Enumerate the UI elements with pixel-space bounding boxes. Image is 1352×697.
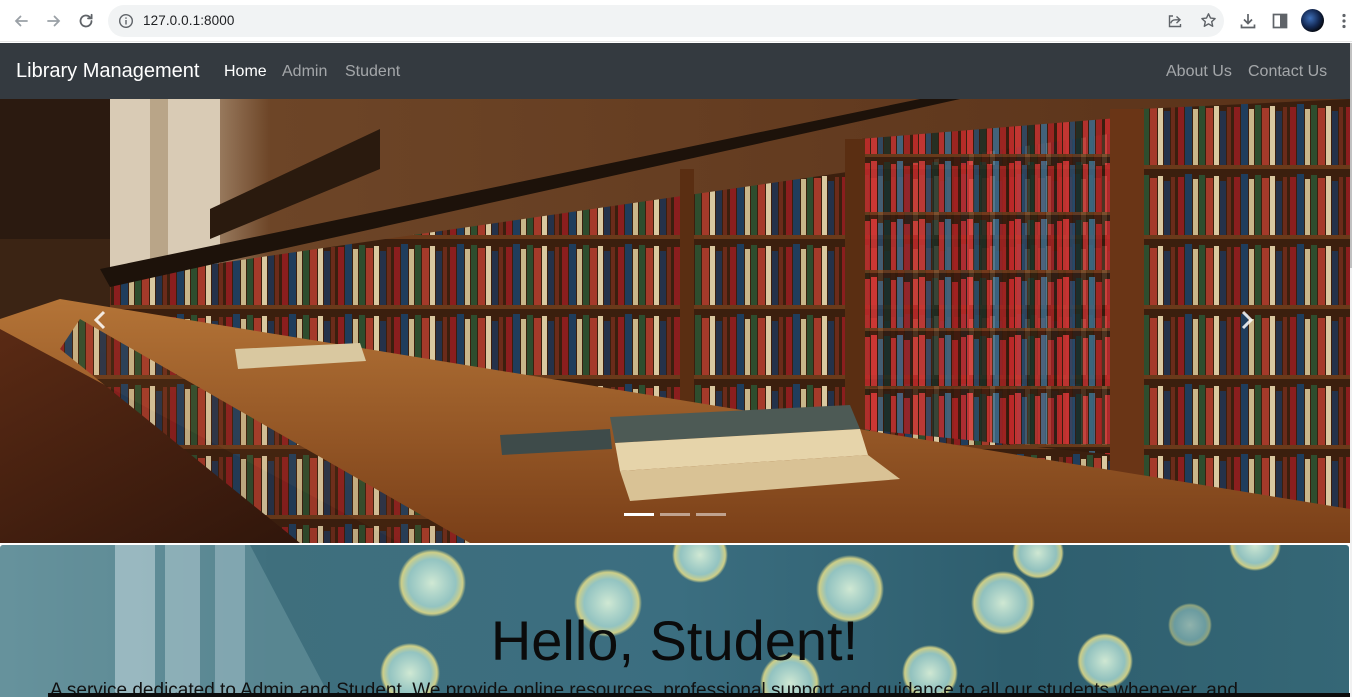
bookmark-star-icon[interactable] bbox=[1200, 12, 1217, 29]
nav-link-contact-us[interactable]: Contact Us bbox=[1248, 63, 1327, 81]
nav-link-about-us[interactable]: About Us bbox=[1166, 63, 1232, 81]
nav-link-student[interactable]: Student bbox=[345, 63, 400, 81]
image-carousel bbox=[0, 99, 1350, 543]
carousel-next-button[interactable] bbox=[1202, 277, 1292, 367]
profile-avatar[interactable] bbox=[1301, 9, 1324, 32]
welcome-jumbotron: Hello, Student! A service dedicated to A… bbox=[0, 545, 1349, 697]
nav-link-admin[interactable]: Admin bbox=[282, 63, 327, 81]
reload-icon[interactable] bbox=[74, 9, 98, 33]
menu-kebab-icon[interactable] bbox=[1334, 11, 1352, 31]
download-icon[interactable] bbox=[1238, 11, 1258, 31]
carousel-indicator[interactable] bbox=[696, 513, 726, 516]
nav-link-home[interactable]: Home bbox=[224, 63, 267, 81]
forward-icon[interactable] bbox=[42, 9, 66, 33]
share-icon[interactable] bbox=[1167, 13, 1183, 29]
back-icon[interactable] bbox=[9, 9, 33, 33]
url-text[interactable]: 127.0.0.1:8000 bbox=[143, 13, 234, 28]
side-panel-icon[interactable] bbox=[1270, 11, 1290, 31]
chevron-left-icon bbox=[92, 310, 108, 335]
navbar-brand[interactable]: Library Management bbox=[16, 60, 199, 83]
carousel-indicators bbox=[624, 513, 726, 516]
carousel-indicator[interactable] bbox=[624, 513, 654, 516]
address-bar[interactable]: 127.0.0.1:8000 bbox=[108, 5, 1224, 37]
chevron-right-icon bbox=[1239, 310, 1255, 335]
site-navbar: Library Management Home Admin Student Ab… bbox=[0, 43, 1350, 99]
welcome-heading: Hello, Student! bbox=[490, 609, 859, 672]
carousel-indicator[interactable] bbox=[660, 513, 690, 516]
carousel-prev-button[interactable] bbox=[55, 277, 145, 367]
browser-toolbar: 127.0.0.1:8000 bbox=[0, 0, 1352, 42]
divider bbox=[48, 693, 1350, 697]
site-info-icon[interactable] bbox=[118, 13, 134, 29]
library-photo bbox=[0, 99, 1350, 543]
